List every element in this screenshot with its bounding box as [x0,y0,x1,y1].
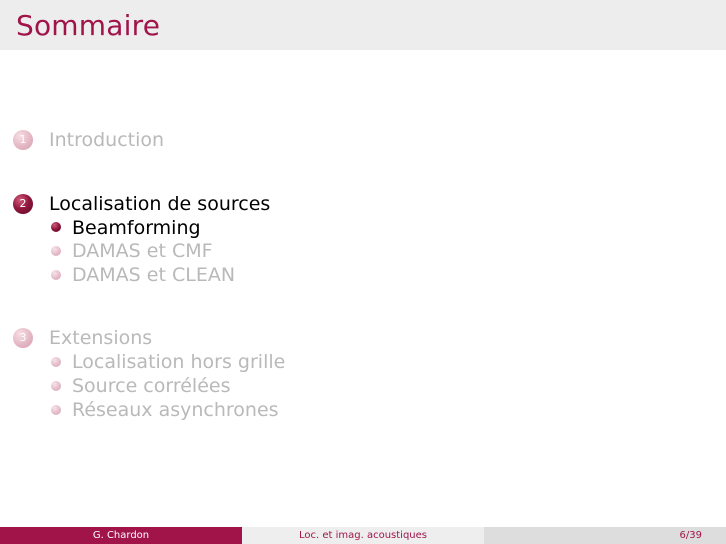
subsection-3-3-title[interactable]: Réseaux asynchrones [72,399,279,421]
subsection-bullet-icon [51,270,61,280]
section-3-number-badge: 3 [13,328,33,348]
table-of-contents: 1 Introduction 2 Localisation de sources… [0,0,726,500]
subsection-2-2-title[interactable]: DAMAS et CMF [72,240,213,262]
section-3-title[interactable]: Extensions [49,327,152,349]
section-2-number-badge: 2 [13,194,33,214]
section-1-title[interactable]: Introduction [49,129,164,151]
subsection-2-1-title[interactable]: Beamforming [72,217,201,239]
footer-page-number-box: 6/39 [484,527,726,544]
subsection-2-3-title[interactable]: DAMAS et CLEAN [72,264,235,286]
section-1-number-badge: 1 [13,130,33,150]
footer-short-title: Loc. et imag. acoustiques [242,527,484,544]
subsection-3-1-title[interactable]: Localisation hors grille [72,351,285,373]
subsection-bullet-icon [51,381,61,391]
footer-author: G. Chardon [0,527,242,544]
subsection-bullet-icon [51,357,61,367]
subsection-bullet-icon [51,222,61,232]
subsection-bullet-icon [51,246,61,256]
footer-bar: G. Chardon Loc. et imag. acoustiques 6/3… [0,527,726,544]
subsection-3-2-title[interactable]: Source corrélées [72,375,231,397]
section-2-title[interactable]: Localisation de sources [49,193,270,215]
subsection-bullet-icon [51,405,61,415]
footer-page-number: 6/39 [679,530,702,541]
